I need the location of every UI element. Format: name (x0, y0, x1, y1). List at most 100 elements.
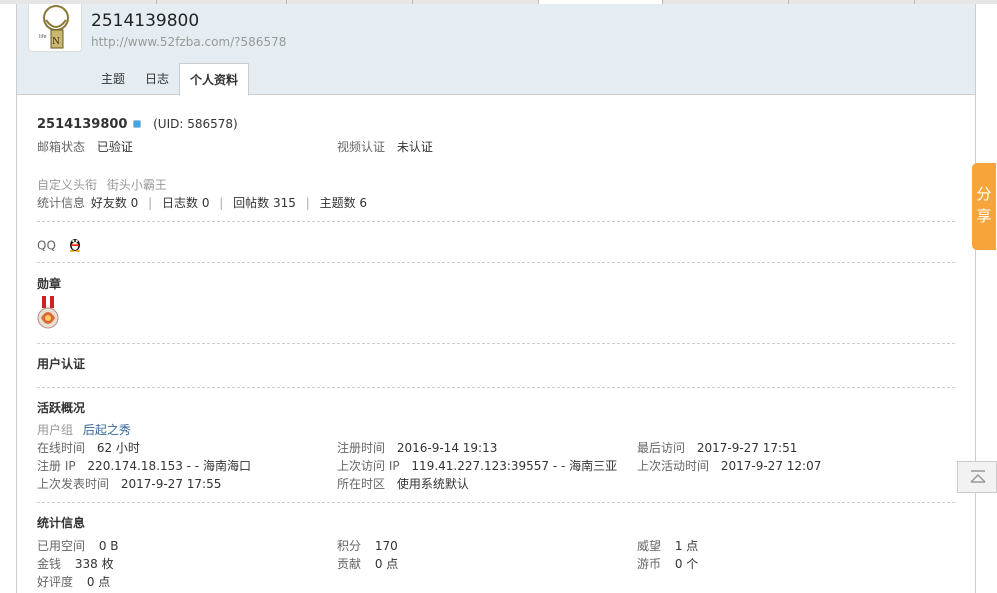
replies-count[interactable]: 回帖数 315 (233, 196, 296, 210)
header-username: 2514139800 (91, 11, 200, 31)
avatar[interactable]: N life (28, 4, 82, 52)
share-label: 分享 (976, 185, 992, 225)
usergroup-link[interactable]: 后起之秀 (83, 423, 131, 437)
rating-row: 好评度 0 点 (37, 574, 110, 590)
prestige-row: 威望 1 点 (637, 538, 698, 554)
video-auth-label: 视频认证 (337, 140, 386, 154)
timezone-row: 所在时区 使用系统默认 (337, 476, 469, 492)
divider: | (148, 196, 153, 210)
back-to-top-button[interactable] (957, 461, 997, 493)
profile-username: 2514139800 (37, 117, 128, 132)
statistics-heading: 统计信息 (37, 515, 85, 531)
space-row: 已用空间 0 B (37, 538, 119, 554)
profile-header: N life 2514139800 http://www.52fzba.com/… (16, 4, 976, 96)
qq-label: QQ (37, 238, 56, 253)
qq-row: QQ (37, 236, 82, 256)
coins-row: 游币 0 个 (637, 556, 698, 572)
last-visit-value: 2017-9-27 17:51 (696, 441, 798, 455)
coins-label: 游币 (637, 557, 662, 571)
verification-title: 用户认证 (37, 357, 86, 371)
reg-time-row: 注册时间 2016-9-14 19:13 (337, 440, 497, 456)
custom-title-row: 自定义头衔 街头小霸王 (37, 177, 167, 193)
uid-text: (UID: 586578) (153, 117, 238, 131)
points-row: 积分 170 (337, 538, 398, 554)
custom-title-label: 自定义头衔 (37, 178, 98, 192)
medals-heading: 勋章 (37, 276, 61, 292)
divider (37, 502, 955, 503)
divider (37, 221, 955, 222)
rating-label: 好评度 (37, 575, 74, 589)
contribution-value: 0 点 (374, 557, 399, 571)
contribution-label: 贡献 (337, 557, 362, 571)
timezone-value: 使用系统默认 (396, 477, 469, 491)
reg-ip-row: 注册 IP 220.174.18.153 - - 海南海口 (37, 458, 251, 474)
friends-count[interactable]: 好友数 0 (91, 196, 138, 210)
svg-text:N: N (52, 37, 60, 47)
online-status-icon (133, 119, 142, 128)
share-button[interactable]: 分享 (972, 163, 996, 250)
prestige-label: 威望 (637, 539, 662, 553)
last-ip-value: 119.41.227.123:39557 - - 海南三亚 (411, 459, 618, 473)
timezone-label: 所在时区 (337, 477, 386, 491)
profile-title-row: 2514139800 (UID: 586578) (37, 116, 238, 133)
last-post-label: 上次发表时间 (37, 477, 110, 491)
last-active-value: 2017-9-27 12:07 (720, 459, 822, 473)
statistics-title: 统计信息 (37, 516, 86, 530)
custom-title-value: 街头小霸王 (106, 178, 167, 192)
contribution-row: 贡献 0 点 (337, 556, 398, 572)
profile-tabs: 主题 日志 个人资料 (91, 63, 250, 96)
profile-content: 2514139800 (UID: 586578) 邮箱状态 已验证 视频认证 未… (16, 95, 976, 593)
reg-ip-label: 注册 IP (37, 459, 76, 473)
money-label: 金钱 (37, 557, 62, 571)
reg-ip-value: 220.174.18.153 - - 海南海口 (87, 459, 251, 473)
money-row: 金钱 338 枚 (37, 556, 114, 572)
tab-threads[interactable]: 主题 (91, 63, 135, 95)
blogs-count[interactable]: 日志数 0 (162, 196, 209, 210)
medal-icon[interactable] (37, 296, 59, 335)
email-status-row: 邮箱状态 已验证 (37, 139, 133, 155)
rating-value: 0 点 (86, 575, 111, 589)
last-visit-row: 最后访问 2017-9-27 17:51 (637, 440, 797, 456)
divider: | (219, 196, 224, 210)
stats-label: 统计信息 (37, 196, 86, 210)
online-time-row: 在线时间 62 小时 (37, 440, 140, 456)
space-value: 0 B (98, 539, 119, 553)
activity-heading: 活跃概况 (37, 400, 85, 416)
prestige-value: 1 点 (674, 539, 699, 553)
reg-time-value: 2016-9-14 19:13 (396, 441, 498, 455)
online-time-value: 62 小时 (96, 441, 140, 455)
divider: | (305, 196, 310, 210)
usergroup-row: 用户组 后起之秀 (37, 422, 131, 438)
video-auth-value: 未认证 (396, 140, 433, 154)
divider (37, 343, 955, 344)
last-post-value: 2017-9-27 17:55 (120, 477, 222, 491)
usergroup-label: 用户组 (37, 423, 74, 437)
tab-blog[interactable]: 日志 (135, 63, 179, 95)
arrow-up-icon (970, 470, 986, 483)
money-value: 338 枚 (74, 557, 114, 571)
activity-title: 活跃概况 (37, 401, 86, 415)
last-visit-label: 最后访问 (637, 441, 686, 455)
email-status-value: 已验证 (96, 140, 133, 154)
stats-row: 统计信息 好友数 0 | 日志数 0 | 回帖数 315 | 主题数 6 (37, 195, 367, 211)
points-value: 170 (374, 539, 398, 553)
reg-time-label: 注册时间 (337, 441, 386, 455)
tab-profile[interactable]: 个人资料 (179, 63, 250, 96)
space-url[interactable]: http://www.52fzba.com/?586578 (91, 35, 286, 49)
last-ip-row: 上次访问 IP 119.41.227.123:39557 - - 海南三亚 (337, 458, 617, 474)
online-time-label: 在线时间 (37, 441, 86, 455)
space-label: 已用空间 (37, 539, 86, 553)
last-active-label: 上次活动时间 (637, 459, 710, 473)
email-status-label: 邮箱状态 (37, 140, 86, 154)
svg-text:life: life (39, 34, 47, 40)
last-active-row: 上次活动时间 2017-9-27 12:07 (637, 458, 821, 474)
last-post-row: 上次发表时间 2017-9-27 17:55 (37, 476, 221, 492)
divider (37, 262, 955, 263)
video-auth-row: 视频认证 未认证 (337, 139, 433, 155)
last-ip-label: 上次访问 IP (337, 459, 400, 473)
medals-title: 勋章 (37, 277, 62, 291)
threads-count[interactable]: 主题数 6 (320, 196, 367, 210)
divider (37, 387, 955, 388)
qq-penguin-icon[interactable] (68, 236, 82, 256)
verification-heading: 用户认证 (37, 356, 85, 372)
